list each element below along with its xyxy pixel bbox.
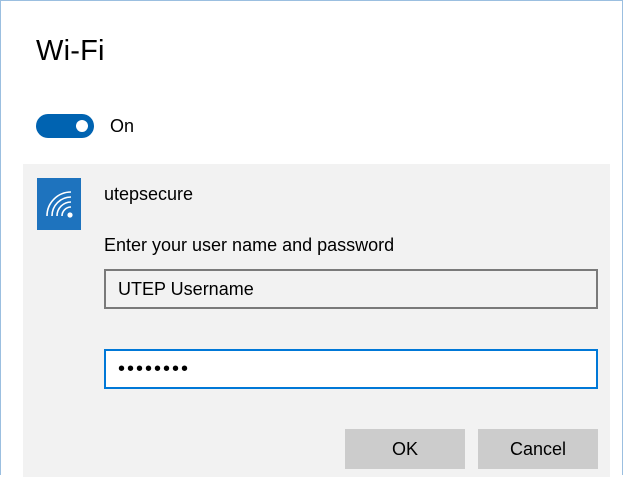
credentials-prompt: Enter your user name and password: [104, 235, 395, 255]
username-field[interactable]: [104, 269, 598, 309]
password-field[interactable]: [104, 349, 598, 389]
wifi-window: Wi-Fi On utepsecure Enter your user name…: [0, 0, 623, 477]
network-connect-panel: utepsecure Enter your user name and pass…: [23, 164, 610, 477]
ok-button[interactable]: OK: [345, 429, 465, 469]
wifi-secured-icon: [37, 178, 81, 230]
wifi-toggle-switch[interactable]: [36, 114, 94, 138]
page-title: Wi-Fi: [36, 35, 105, 67]
wifi-toggle-label: On: [110, 115, 135, 136]
cancel-button[interactable]: Cancel: [478, 429, 598, 469]
wifi-toggle-row: On: [36, 113, 134, 139]
network-name: utepsecure: [104, 184, 194, 204]
wifi-icon: [46, 191, 73, 218]
toggle-knob: [76, 120, 88, 132]
